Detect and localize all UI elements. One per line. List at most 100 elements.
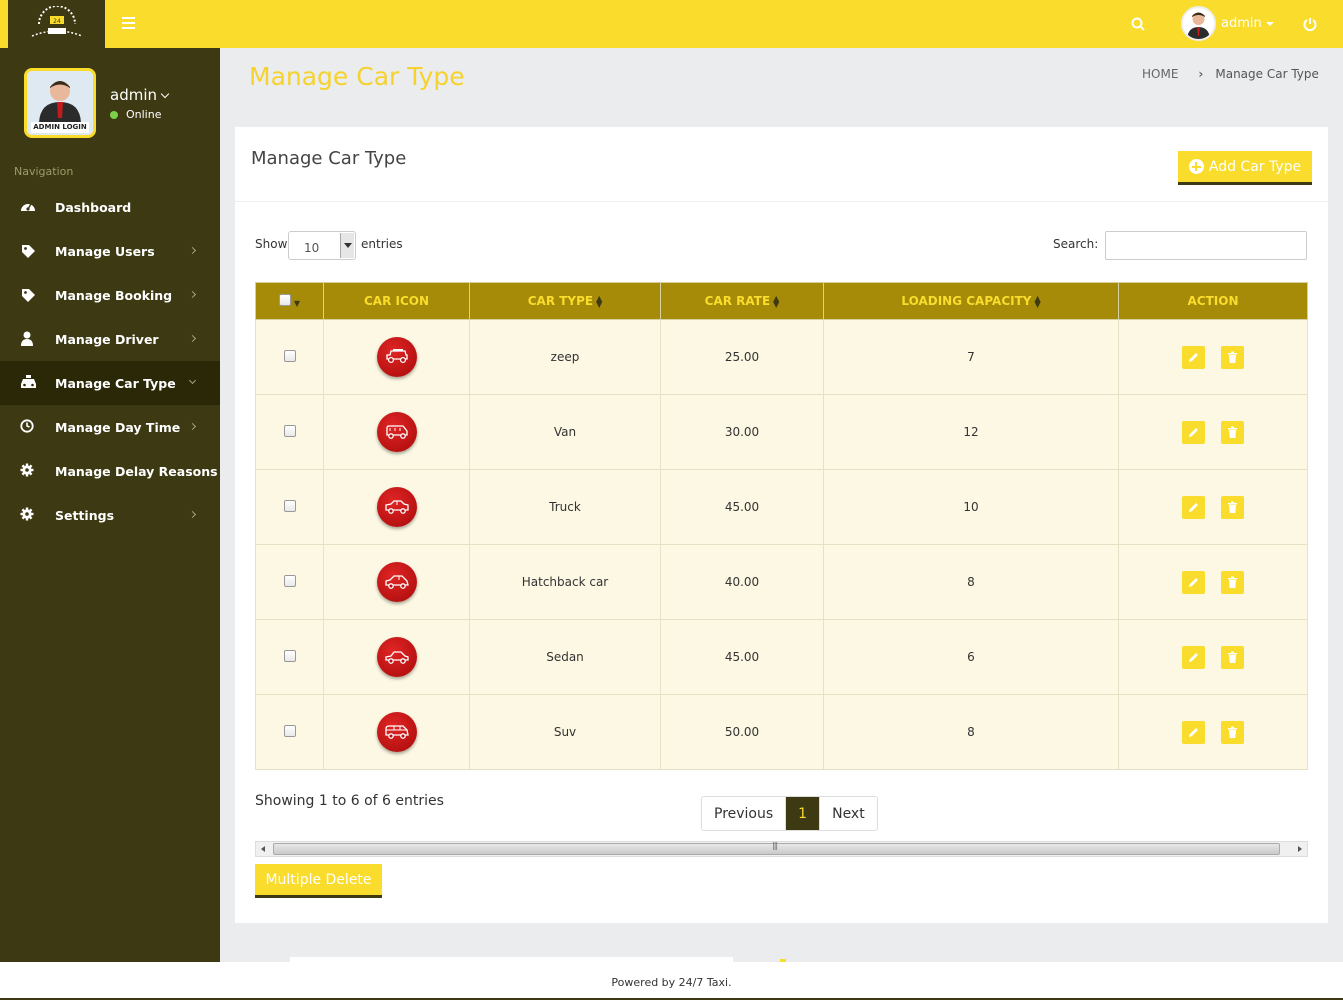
cell-select <box>255 469 324 545</box>
col-car-rate[interactable]: CAR RATE ▲ ▼ <box>660 282 824 320</box>
table-row: Van 30.00 12 <box>255 394 1308 470</box>
scroll-right-icon[interactable] <box>1298 846 1302 852</box>
pagination-page-1[interactable]: 1 <box>786 797 821 830</box>
delete-button[interactable] <box>1221 570 1244 594</box>
sidebar-item-label: Manage Delay Reasons <box>55 463 218 479</box>
sidebar-user-menu[interactable]: admin <box>110 86 170 104</box>
breadcrumb-current: Manage Car Type <box>1215 67 1319 81</box>
entries-length-select[interactable]: 10 <box>288 231 356 260</box>
sidebar-item-manage-day-time[interactable]: Manage Day Time <box>0 405 220 449</box>
breadcrumb-separator: › <box>1198 67 1204 81</box>
sidebar-item-label: Manage Day Time <box>55 419 181 435</box>
status-dot <box>110 110 118 119</box>
cell-select <box>255 319 324 395</box>
dropdown-arrow-icon <box>340 233 354 258</box>
pencil-icon <box>1189 727 1198 737</box>
horizontal-scrollbar[interactable] <box>255 841 1308 857</box>
taxi-logo-icon[interactable]: 24 <box>8 0 105 48</box>
sidebar-item-manage-driver[interactable]: Manage Driver <box>0 317 220 361</box>
sidebar-item-dashboard[interactable]: Dashboard <box>0 185 220 229</box>
cell-car-rate: 25.00 <box>660 319 824 395</box>
breadcrumb-home[interactable]: HOME <box>1142 67 1178 81</box>
van-icon <box>376 412 417 452</box>
footer-text: Powered by 24/7 Taxi. <box>611 976 732 989</box>
col-car-type[interactable]: CAR TYPE ▲ ▼ <box>469 282 661 320</box>
user-menu[interactable]: admin <box>1221 16 1274 31</box>
cell-action <box>1118 319 1308 395</box>
trash-icon <box>1228 726 1237 738</box>
delete-button[interactable] <box>1221 345 1244 369</box>
table-row: Sedan 45.00 6 <box>255 619 1308 695</box>
cell-loading-capacity: 7 <box>823 319 1119 395</box>
clock-icon <box>20 419 36 435</box>
scrollbar-thumb[interactable] <box>273 841 1280 855</box>
edit-button[interactable] <box>1182 420 1205 444</box>
sidebar-item-label: Settings <box>55 507 115 523</box>
delete-button[interactable] <box>1221 420 1244 444</box>
row-checkbox[interactable] <box>283 349 296 362</box>
sidebar-item-manage-car-type[interactable]: Manage Car Type <box>0 361 220 405</box>
gear-icon <box>20 507 36 523</box>
pagination-next[interactable]: Next <box>820 797 877 830</box>
hamburger-icon[interactable] <box>122 17 135 29</box>
delete-button[interactable] <box>1221 720 1244 744</box>
edit-button[interactable] <box>1182 345 1205 369</box>
search-label: Search: <box>1053 237 1099 251</box>
table-row: Suv 50.00 8 <box>255 694 1308 770</box>
select-all-checkbox[interactable] <box>278 293 291 306</box>
dashboard-icon <box>20 199 36 215</box>
cell-car-type: Suv <box>469 694 661 770</box>
chevron-right-icon <box>188 290 197 299</box>
scroll-left-icon[interactable] <box>261 846 265 852</box>
power-icon[interactable] <box>1302 16 1318 32</box>
col-loading-capacity[interactable]: LOADING CAPACITY ▲ ▼ <box>823 282 1119 320</box>
search-icon[interactable] <box>1131 17 1146 32</box>
sidebar-username: admin <box>110 86 157 104</box>
car-type-panel: Manage Car Type Add Car Type Show 10 ent… <box>235 127 1328 923</box>
row-checkbox[interactable] <box>283 499 296 512</box>
cell-car-type: Sedan <box>469 619 661 695</box>
truck-icon <box>376 487 417 527</box>
delete-button[interactable] <box>1221 495 1244 519</box>
sidebar-item-manage-users[interactable]: Manage Users <box>0 229 220 273</box>
sort-icon: ▲ ▼ <box>1034 293 1041 309</box>
pagination-previous[interactable]: Previous <box>702 797 787 830</box>
avatar[interactable] <box>1181 6 1216 41</box>
col-label: CAR TYPE <box>527 294 594 308</box>
multiple-delete-button[interactable]: Multiple Delete <box>255 864 382 898</box>
sidebar-item-settings[interactable]: Settings <box>0 493 220 537</box>
row-checkbox[interactable] <box>283 649 296 662</box>
edit-button[interactable] <box>1182 645 1205 669</box>
cell-loading-capacity: 6 <box>823 619 1119 695</box>
edit-button[interactable] <box>1182 495 1205 519</box>
trash-icon <box>1228 576 1237 588</box>
cell-car-icon <box>323 619 470 695</box>
edit-button[interactable] <box>1182 570 1205 594</box>
cell-car-rate: 50.00 <box>660 694 824 770</box>
chevron-right-icon <box>188 246 197 255</box>
cell-action <box>1118 469 1308 545</box>
sidebar-item-manage-booking[interactable]: Manage Booking <box>0 273 220 317</box>
sidebar-item-manage-delay-reasons[interactable]: Manage Delay Reasons <box>0 449 220 493</box>
search-input[interactable] <box>1105 231 1307 260</box>
row-checkbox[interactable] <box>283 574 296 587</box>
entries-label: entries <box>361 237 403 251</box>
trash-icon <box>1228 651 1237 663</box>
add-car-type-label: Add Car Type <box>1208 158 1302 175</box>
col-label: ACTION <box>1187 294 1239 308</box>
cell-car-rate: 45.00 <box>660 469 824 545</box>
pencil-icon <box>1189 577 1198 587</box>
cell-select <box>255 619 324 695</box>
sidebar-item-label: Dashboard <box>55 199 132 215</box>
username: admin <box>1221 16 1262 31</box>
add-car-type-button[interactable]: Add Car Type <box>1178 151 1312 185</box>
chevron-down-icon <box>160 89 170 99</box>
row-checkbox[interactable] <box>283 724 296 737</box>
delete-button[interactable] <box>1221 645 1244 669</box>
row-checkbox[interactable] <box>283 424 296 437</box>
edit-button[interactable] <box>1182 720 1205 744</box>
chevron-down-icon <box>188 376 197 385</box>
pencil-icon <box>1189 427 1198 437</box>
cell-loading-capacity: 8 <box>823 544 1119 620</box>
cell-car-icon <box>323 394 470 470</box>
